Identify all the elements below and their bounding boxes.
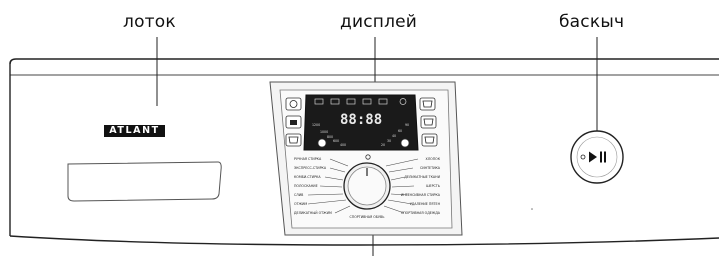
program-label: ДЕЛИКАТНЫЕ ТКАНИ [404,175,440,179]
speed-label: 1000 [320,130,328,134]
pause-icon-bar-1 [600,151,602,163]
detergent-drawer [67,161,222,202]
program-label: КОМБИ-СТИРКА [294,175,321,179]
program-label: СПОРТИВНАЯ ОДЕЖДА [401,211,441,215]
temp-select-button[interactable] [400,138,410,148]
program-label: ПОЛОСКАНИЕ [294,184,318,188]
temp-label: 20 [381,143,385,147]
program-label: ХЛОПОК [426,157,441,161]
option-button-3[interactable] [421,133,438,147]
delay-start-button[interactable] [285,97,302,111]
program-label: ДЕЛИКАТНЫЙ ОТЖИМ [294,210,332,215]
basin-icon [290,120,297,125]
temp-label: 90 [405,123,409,127]
machine-bottom-edge [9,235,719,246]
display-digits: 88:88 [340,112,382,128]
temp-label: 40 [392,134,396,138]
program-label: УДАЛЕНИЕ ПЯТЕН [410,202,441,206]
program-label: ШЕРСТЬ [426,184,440,188]
machine-top-edge [9,58,719,65]
program-label: РУЧНАЯ СТИРКА [294,157,322,161]
program-label: ОТЖИМ [294,202,307,206]
program-label: СЛИВ [294,193,303,197]
program-label: ЭКСПРЕСС-СТИРКА [294,166,327,170]
temp-label: 30 [387,139,391,143]
pause-icon-bar-2 [604,151,606,163]
program-label: СИНТЕТИКА [420,166,441,170]
extra-rinse-button[interactable] [285,133,302,147]
panel-mark [531,208,533,210]
temp-label: 60 [398,129,402,133]
brand-logo: ATLANT [104,125,165,137]
spin-select-button[interactable] [317,138,327,148]
speed-label: 600 [333,139,339,143]
option-button-2[interactable] [420,115,437,129]
speed-label: 400 [340,143,346,147]
program-label-bottom: СПОРТИВНАЯ ОБУВЬ [350,215,385,219]
speed-label: 1200 [312,123,320,127]
option-button-1[interactable] [419,97,436,111]
